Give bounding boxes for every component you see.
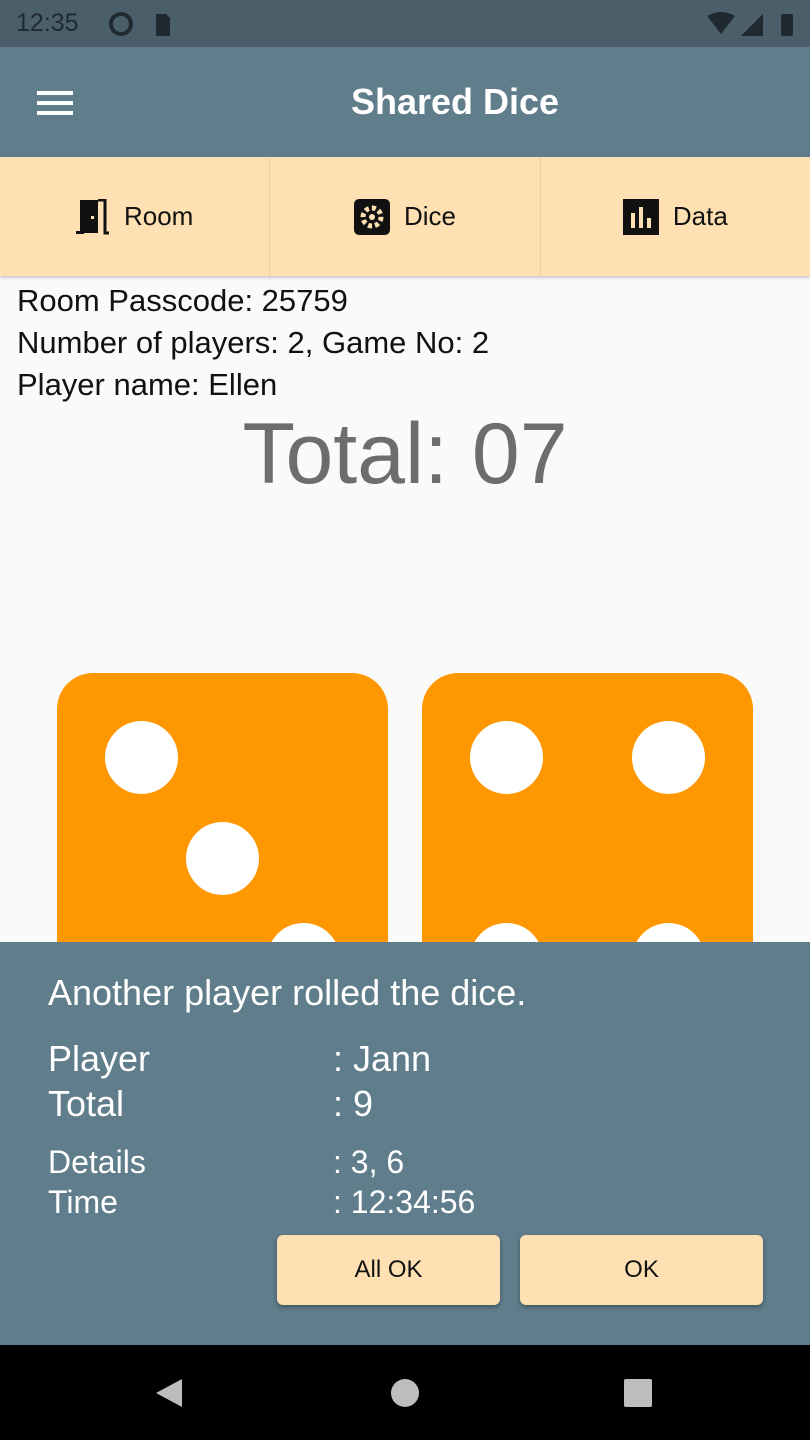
app-bar: Shared Dice bbox=[0, 47, 810, 157]
recents-icon[interactable] bbox=[623, 1378, 653, 1408]
bar-chart-icon bbox=[622, 198, 659, 235]
die-pip bbox=[105, 721, 178, 794]
row-value: : 9 bbox=[333, 1083, 374, 1124]
row-value: : Jann bbox=[333, 1038, 432, 1079]
tab-data[interactable]: Data bbox=[541, 157, 810, 276]
status-icons-left bbox=[109, 12, 170, 36]
row-value: : 12:34:56 bbox=[333, 1184, 476, 1220]
row-value: : 3, 6 bbox=[333, 1144, 405, 1180]
tab-bar: Room Dice Data bbox=[0, 157, 810, 276]
row-time: Time : 12:34:56 bbox=[48, 1184, 475, 1221]
app-title: Shared Dice bbox=[350, 81, 560, 122]
row-total: Total : 9 bbox=[48, 1083, 373, 1125]
gear-icon bbox=[353, 198, 390, 235]
die-pip bbox=[186, 822, 259, 895]
row-label: Time bbox=[48, 1184, 118, 1220]
room-passcode: Room Passcode: 25759 bbox=[17, 283, 348, 318]
ok-button[interactable]: OK bbox=[520, 1235, 763, 1305]
roll-notification-dialog: Another player rolled the dice. Player : … bbox=[0, 942, 810, 1345]
home-icon[interactable] bbox=[390, 1378, 420, 1408]
row-label: Details bbox=[48, 1144, 146, 1180]
player-name: Player name: Ellen bbox=[17, 367, 278, 402]
die-pip bbox=[470, 721, 543, 794]
tab-room[interactable]: Room bbox=[0, 157, 271, 276]
tab-room-label: Room bbox=[123, 201, 194, 231]
door-icon bbox=[75, 198, 109, 234]
all-ok-button[interactable]: All OK bbox=[277, 1235, 500, 1305]
tab-dice[interactable]: Dice bbox=[270, 157, 541, 276]
room-info: Room Passcode: 25759 Number of players: … bbox=[17, 280, 489, 406]
row-label: Player bbox=[48, 1038, 151, 1079]
back-icon[interactable] bbox=[154, 1377, 184, 1409]
player-count: Number of players: 2, Game No: 2 bbox=[17, 325, 490, 360]
tab-dice-label: Dice bbox=[403, 201, 456, 231]
navigation-bar bbox=[0, 1345, 810, 1440]
die-pip bbox=[632, 721, 705, 794]
total-display: Total: 07 bbox=[242, 406, 568, 502]
status-bar: 12:35 bbox=[0, 0, 810, 47]
row-label: Total bbox=[48, 1083, 125, 1124]
dialog-message: Another player rolled the dice. bbox=[48, 972, 527, 1013]
tab-data-label: Data bbox=[672, 201, 728, 231]
status-time: 12:35 bbox=[16, 9, 79, 37]
row-details: Details : 3, 6 bbox=[48, 1144, 404, 1181]
status-icons-right bbox=[707, 12, 793, 36]
row-player: Player : Jann bbox=[48, 1038, 431, 1080]
